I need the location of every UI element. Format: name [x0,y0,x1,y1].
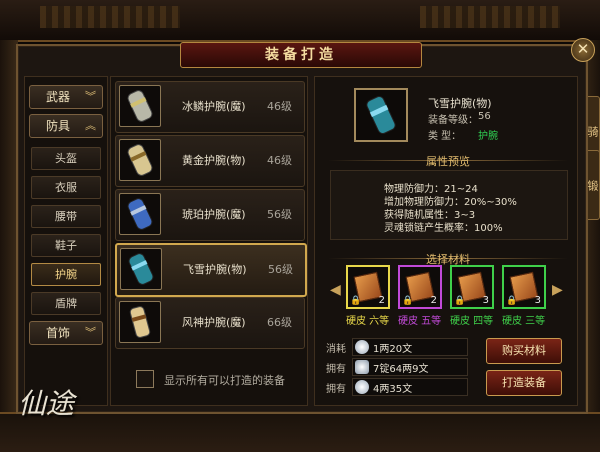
show-all-label: 显示所有可以打造的装备 [164,374,285,387]
preview-title: 属性预览 [426,155,470,168]
chevron-down-icon: ︾ [85,326,96,339]
material-count: 3 [482,295,489,306]
subcategory-clothes[interactable]: 衣服 [31,176,101,199]
material-slot[interactable]: 🔒 3 [502,265,546,309]
chevron-down-icon: ︾ [85,90,96,103]
show-all-checkbox[interactable] [136,370,154,388]
material-slot[interactable]: 🔒 3 [450,265,494,309]
own-silver-value: 4两35文 [373,384,413,395]
subcategory-shoes[interactable]: 鞋子 [31,234,101,257]
item-level: 66级 [267,316,292,329]
item-list: 冰鳞护腕(魔) 46级 黄金护腕(物) 46级 琥珀护腕(魔) 56级 飞雪护腕… [110,76,308,406]
silver-ingot-icon [355,360,369,374]
silver-coin-icon [355,340,369,354]
material-label: 硬皮 六等 [346,316,390,327]
bracer-icon [119,85,161,127]
lock-icon: 🔒 [506,296,518,306]
own-silver-label: 拥有 [326,384,346,395]
bracer-icon [119,139,161,181]
lock-icon: 🔒 [350,296,362,306]
item-name: 冰鳞护腕(魔) [182,100,246,113]
subcategory-shield[interactable]: 盾牌 [31,292,101,315]
item-level: 56级 [267,208,292,221]
own-silver-box: 4两35文 [352,378,468,396]
lock-icon: 🔒 [454,296,466,306]
attribute-line: 灵魂锁链产生概率：100% [384,223,503,234]
silver-coin-icon [355,380,369,394]
game-logo: 仙途 [14,374,104,434]
list-item[interactable]: 冰鳞护腕(魔) 46级 [115,81,305,133]
material-count: 3 [534,295,541,306]
craft-button[interactable]: 打造装备 [486,370,562,396]
subcategory-belt[interactable]: 腰带 [31,205,101,228]
item-name: 琥珀护腕(魔) [182,208,246,221]
consume-label: 消耗 [326,344,346,355]
material-slot[interactable]: 🔒 2 [346,265,390,309]
logo-text: 仙途 [18,387,75,420]
buy-materials-button[interactable]: 购买材料 [486,338,562,364]
category-armor-label: 防具 [46,119,71,133]
category-weapon-label: 武器 [46,90,71,104]
bracer-icon [119,193,161,235]
detail-level-label: 装备等级： [428,115,478,126]
category-list: 武器 ︾ 防具 ︽ 头盔 衣服 腰带 鞋子 护腕 盾牌 首饰 ︾ [24,76,108,406]
own-ingot-value: 7锭64两9文 [373,364,429,375]
subcategory-bracer[interactable]: 护腕 [31,263,101,286]
chevron-up-icon: ︽ [85,119,96,132]
own-ingot-box: 7锭64两9文 [352,358,468,376]
close-button[interactable]: ✕ [571,38,595,62]
window-title: 装备打造 [180,42,422,68]
item-name: 黄金护腕(物) [182,154,246,167]
detail-level-value: 56 [478,111,491,122]
arrow-right-icon[interactable]: ▶ [552,280,564,300]
subcategory-helmet[interactable]: 头盔 [31,147,101,170]
list-item-selected[interactable]: 飞雪护腕(物) 56级 [115,243,307,297]
list-item[interactable]: 黄金护腕(物) 46级 [115,135,305,187]
material-count: 2 [430,295,437,306]
item-name: 风神护腕(魔) [182,316,246,329]
bracer-icon [119,301,161,343]
detail-type-value: 护腕 [478,131,498,142]
item-name: 飞雪护腕(物) [183,263,247,276]
item-level: 46级 [267,100,292,113]
list-item[interactable]: 琥珀护腕(魔) 56级 [115,189,305,241]
detail-item-name: 飞雪护腕(物) [428,97,492,110]
detail-type-label: 类 型： [428,131,462,142]
list-item[interactable]: 风神护腕(魔) 66级 [115,297,305,349]
material-label: 硬皮 四等 [450,316,494,327]
dragon-ornament-right [420,6,560,28]
consume-value: 1两20文 [373,344,413,355]
close-icon: ✕ [576,40,590,58]
material-label: 硬皮 五等 [398,316,442,327]
material-count: 2 [378,295,385,306]
category-jewelry[interactable]: 首饰 ︾ [29,321,103,345]
top-frame [0,0,600,42]
category-weapon[interactable]: 武器 ︾ [29,85,103,109]
bracer-icon [120,248,162,290]
category-armor[interactable]: 防具 ︽ [29,114,103,138]
material-label: 硬皮 三等 [502,316,546,327]
item-level: 56级 [268,263,293,276]
own-ingot-label: 拥有 [326,364,346,375]
item-level: 46级 [267,154,292,167]
arrow-left-icon[interactable]: ◀ [330,280,342,300]
lock-icon: 🔒 [402,296,414,306]
category-jewelry-label: 首饰 [46,326,71,340]
consume-value-box: 1两20文 [352,338,468,356]
material-slot[interactable]: 🔒 2 [398,265,442,309]
bracer-icon [354,88,408,142]
show-all-toggle[interactable]: 显示所有可以打造的装备 [136,370,306,390]
dragon-ornament-left [40,6,180,28]
